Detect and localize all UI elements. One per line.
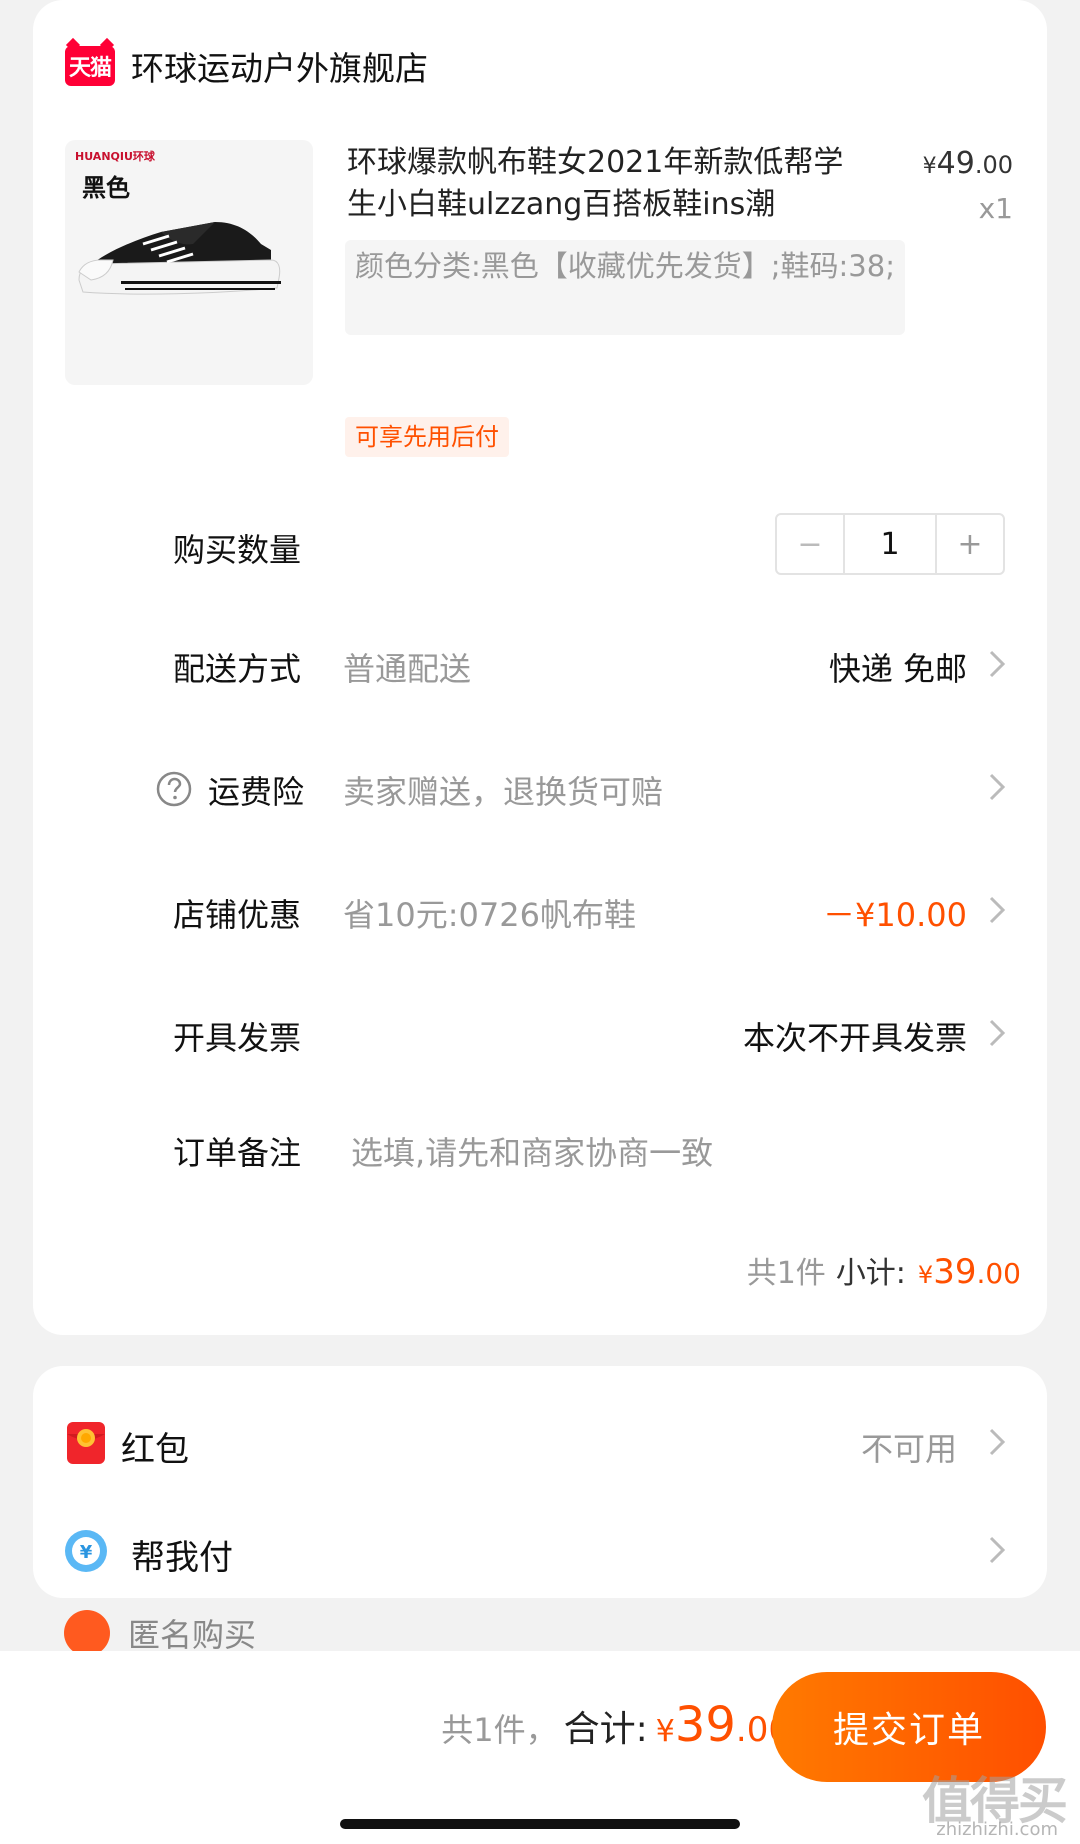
total-int: 39 bbox=[674, 1697, 736, 1753]
product-title[interactable]: 环球爆款帆布鞋女2021年新款低帮学生小白鞋ulzzang百搭板鞋ins潮 bbox=[347, 142, 867, 226]
store-order-card: 天猫 环球运动户外旗舰店 HUANQIU环球 黑色 环球爆款帆布鞋女2021年新… bbox=[33, 0, 1047, 1335]
chevron-right-icon bbox=[977, 1013, 1017, 1053]
total-count: 共1件， bbox=[441, 1711, 558, 1749]
quantity-minus-button[interactable]: − bbox=[777, 515, 843, 573]
store-coupon-label: 店铺优惠 bbox=[173, 896, 302, 934]
red-packet-row[interactable]: 红包 不可用 bbox=[33, 1408, 1047, 1478]
watermark-url: zhizhizhi.com bbox=[936, 1819, 1058, 1840]
tmall-badge: 天猫 bbox=[65, 46, 115, 86]
invoice-row[interactable]: 开具发票 本次不开具发票 bbox=[33, 1003, 1047, 1063]
product-price: ¥49.00 bbox=[923, 146, 1013, 181]
anonymous-icon bbox=[64, 1610, 110, 1656]
quantity-value[interactable]: 1 bbox=[843, 515, 937, 573]
insurance-sub: 卖家赠送，退换货可赔 bbox=[343, 773, 664, 811]
order-note-row: 订单备注 选填,请先和商家协商一致 bbox=[33, 1118, 1047, 1178]
store-coupon-value: －¥10.00 bbox=[823, 896, 967, 934]
anonymous-purchase-row[interactable]: 匿名购买 bbox=[64, 1610, 256, 1656]
chevron-right-icon bbox=[977, 890, 1017, 930]
store-name[interactable]: 环球运动户外旗舰店 bbox=[131, 42, 428, 90]
question-circle-icon[interactable] bbox=[156, 771, 192, 807]
yuan-coin-icon: ¥ bbox=[63, 1528, 109, 1574]
pay-later-tag: 可享先用后付 bbox=[345, 417, 509, 457]
quantity-stepper[interactable]: − 1 + bbox=[775, 513, 1005, 575]
insurance-label: 运费险 bbox=[208, 773, 305, 811]
subtotal-int: 39 bbox=[933, 1252, 977, 1292]
order-total: 共1件， 合计: ¥39.00 bbox=[441, 1697, 790, 1753]
checkout-bar: 共1件， 合计: ¥39.00 提交订单 值得买 zhizhizhi.com bbox=[0, 1651, 1080, 1844]
subtotal-currency: ¥ bbox=[917, 1261, 934, 1289]
chevron-right-icon bbox=[977, 1422, 1017, 1462]
product-sku[interactable]: 颜色分类:黑色【收藏优先发货】;鞋码:38; bbox=[345, 240, 905, 335]
tmall-logo-icon: 天猫 bbox=[65, 46, 115, 86]
pay-for-me-label: 帮我付 bbox=[131, 1538, 233, 1578]
quantity-plus-button[interactable]: + bbox=[937, 515, 1003, 573]
product-image[interactable]: HUANQIU环球 黑色 bbox=[65, 140, 313, 385]
product-price-int: 49 bbox=[936, 146, 975, 181]
red-packet-value: 不可用 bbox=[860, 1430, 957, 1468]
product-quantity: x1 bbox=[978, 192, 1013, 225]
delivery-label: 配送方式 bbox=[173, 650, 302, 688]
anonymous-purchase-label: 匿名购买 bbox=[128, 1616, 257, 1654]
store-coupon-row[interactable]: 店铺优惠 省10元:0726帆布鞋 －¥10.00 bbox=[33, 880, 1047, 940]
store-header[interactable]: 天猫 环球运动户外旗舰店 bbox=[65, 44, 428, 88]
chevron-right-icon bbox=[977, 1530, 1017, 1570]
delivery-sub: 普通配送 bbox=[343, 650, 472, 688]
home-indicator[interactable] bbox=[340, 1819, 740, 1829]
svg-text:¥: ¥ bbox=[80, 1542, 93, 1563]
chevron-right-icon bbox=[977, 767, 1017, 807]
extras-card: 红包 不可用 ¥ 帮我付 bbox=[33, 1366, 1047, 1598]
subtotal-price: ¥39.00 bbox=[918, 1252, 1021, 1292]
delivery-value: 快递 免邮 bbox=[828, 650, 967, 688]
product-price-dec: .00 bbox=[974, 151, 1013, 179]
red-packet-label: 红包 bbox=[121, 1430, 189, 1470]
quantity-label: 购买数量 bbox=[173, 531, 302, 569]
subtotal-label: 小计: bbox=[835, 1256, 906, 1291]
subtotal-count: 共1件 bbox=[746, 1256, 826, 1291]
sneaker-icon bbox=[78, 222, 281, 295]
order-note-input[interactable]: 选填,请先和商家协商一致 bbox=[351, 1128, 713, 1174]
subtotal-dec: .00 bbox=[976, 1257, 1021, 1290]
total-label: 合计: bbox=[563, 1709, 648, 1750]
invoice-value: 本次不开具发票 bbox=[742, 1019, 967, 1057]
store-coupon-sub: 省10元:0726帆布鞋 bbox=[343, 896, 636, 934]
chevron-right-icon bbox=[977, 644, 1017, 684]
pay-for-me-row[interactable]: ¥ 帮我付 bbox=[33, 1516, 1047, 1586]
insurance-row[interactable]: 运费险 卖家赠送，退换货可赔 bbox=[33, 757, 1047, 817]
store-subtotal: 共1件 小计: ¥39.00 bbox=[747, 1248, 1021, 1292]
total-price: ¥39.00 bbox=[656, 1697, 790, 1753]
order-note-label: 订单备注 bbox=[173, 1134, 302, 1172]
total-currency: ¥ bbox=[655, 1714, 675, 1749]
invoice-label: 开具发票 bbox=[173, 1019, 302, 1057]
red-packet-icon bbox=[63, 1420, 109, 1466]
delivery-row[interactable]: 配送方式 普通配送 快递 免邮 bbox=[33, 634, 1047, 694]
product-price-currency: ¥ bbox=[922, 154, 937, 179]
